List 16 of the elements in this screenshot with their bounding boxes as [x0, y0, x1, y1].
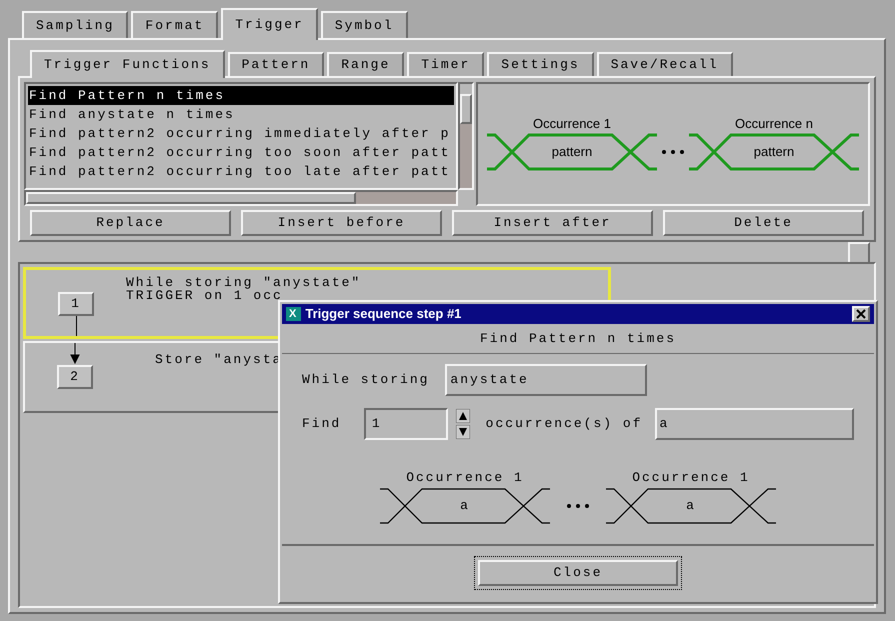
occurrence-label: Occurrence 1 — [406, 470, 524, 486]
pattern-label: pattern — [754, 144, 794, 160]
occurrence-label: Occurrence 1 — [632, 470, 750, 486]
pattern-label: a — [460, 498, 470, 514]
field-label: While storing — [302, 371, 430, 390]
field-label: Find — [302, 415, 342, 434]
pattern-label: pattern — [552, 144, 592, 160]
occurrence-label: Occurrence 1 — [532, 116, 612, 132]
occurrence-label: Occurrence n — [734, 116, 814, 132]
pattern-label: a — [686, 498, 696, 514]
dialog-heading: Find Pattern n times — [480, 330, 676, 348]
field-label: occurrence(s) of — [486, 415, 642, 434]
app-icon: X — [286, 307, 302, 321]
step-text: While storing "anystate" — [126, 276, 362, 289]
step-text: TRIGGER on 1 occ — [126, 289, 283, 302]
dialog-title: Trigger sequence step #1 — [305, 305, 462, 324]
